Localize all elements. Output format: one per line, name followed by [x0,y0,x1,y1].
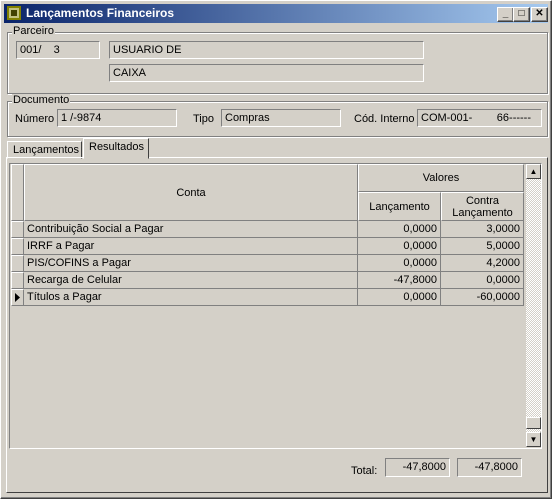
cell-lancamento[interactable]: 0,0000 [358,221,441,238]
cell-contra[interactable]: 5,0000 [441,238,524,255]
cell-conta[interactable]: IRRF a Pagar [24,238,358,255]
table-row[interactable]: PIS/COFINS a Pagar 0,0000 4,2000 [11,255,526,272]
table-row[interactable]: Títulos a Pagar 0,0000 -60,0000 [11,289,526,306]
minimize-button[interactable]: _ [497,7,514,22]
vertical-scrollbar[interactable]: ▲ ▼ [526,164,541,447]
cell-lancamento[interactable]: 0,0000 [358,238,441,255]
row-indicator [11,272,24,289]
scroll-thumb[interactable] [526,417,541,429]
cell-lancamento[interactable]: 0,0000 [358,255,441,272]
cell-contra[interactable]: 0,0000 [441,272,524,289]
parceiro-label: Parceiro [12,25,55,37]
row-indicator [11,221,24,238]
cell-contra[interactable]: -60,0000 [441,289,524,306]
total-lancamento-field: -47,8000 [385,458,450,477]
row-indicator [11,289,24,306]
close-button[interactable]: ✕ [531,7,548,22]
results-grid[interactable]: Conta Valores Lançamento Contra Lançamen… [9,163,542,449]
title-bar[interactable]: Lançamentos Financeiros _ □ ✕ [4,4,548,23]
col-valores-header: Valores [358,164,524,192]
cell-lancamento[interactable]: 0,0000 [358,289,441,306]
cell-conta[interactable]: PIS/COFINS a Pagar [24,255,358,272]
cell-conta[interactable]: Contribuição Social a Pagar [24,221,358,238]
parceiro-name-field[interactable]: USUARIO DE [109,41,424,59]
window-title: Lançamentos Financeiros [26,6,175,20]
app-icon [7,6,21,20]
numero-label: Número [15,113,55,125]
minimize-icon: _ [502,8,509,19]
col-conta-header[interactable]: Conta [24,164,358,221]
arrow-down-icon: ▼ [529,435,538,444]
close-icon: ✕ [535,8,544,19]
maximize-button[interactable]: □ [513,7,530,22]
cod-interno-label: Cód. Interno [354,113,415,125]
cell-contra[interactable]: 3,0000 [441,221,524,238]
tab-resultados[interactable]: Resultados [83,138,149,159]
maximize-icon: □ [518,8,525,19]
parceiro-sub-field[interactable]: CAIXA [109,64,424,82]
total-contra-field: -47,8000 [457,458,522,477]
table-row[interactable]: IRRF a Pagar 0,0000 5,0000 [11,238,526,255]
documento-label: Documento [12,94,71,106]
cell-conta[interactable]: Recarga de Celular [24,272,358,289]
cell-lancamento[interactable]: -47,8000 [358,272,441,289]
col-lancamento-header[interactable]: Lançamento [358,192,441,221]
table-row[interactable]: Recarga de Celular -47,8000 0,0000 [11,272,526,289]
total-label: Total: [351,465,378,477]
arrow-up-icon: ▲ [529,167,538,176]
tipo-label: Tipo [193,113,214,125]
row-indicator [11,255,24,272]
cod-interno-field[interactable]: COM-001- 66------ [417,109,542,127]
table-row[interactable]: Contribuição Social a Pagar 0,0000 3,000… [11,221,526,238]
cell-conta[interactable]: Títulos a Pagar [24,289,358,306]
window: Lançamentos Financeiros _ □ ✕ Parceiro 0… [0,0,552,499]
tipo-field[interactable]: Compras [221,109,341,127]
scroll-down-button[interactable]: ▼ [526,432,541,447]
scroll-up-button[interactable]: ▲ [526,164,541,179]
indicator-header [11,164,24,221]
row-indicator [11,238,24,255]
numero-field[interactable]: 1 /-9874 [57,109,177,127]
current-row-arrow-icon [15,293,20,302]
cell-contra[interactable]: 4,2000 [441,255,524,272]
parceiro-code-field[interactable]: 001/ 3 [16,41,100,59]
col-contra-header[interactable]: Contra Lançamento [441,192,524,221]
